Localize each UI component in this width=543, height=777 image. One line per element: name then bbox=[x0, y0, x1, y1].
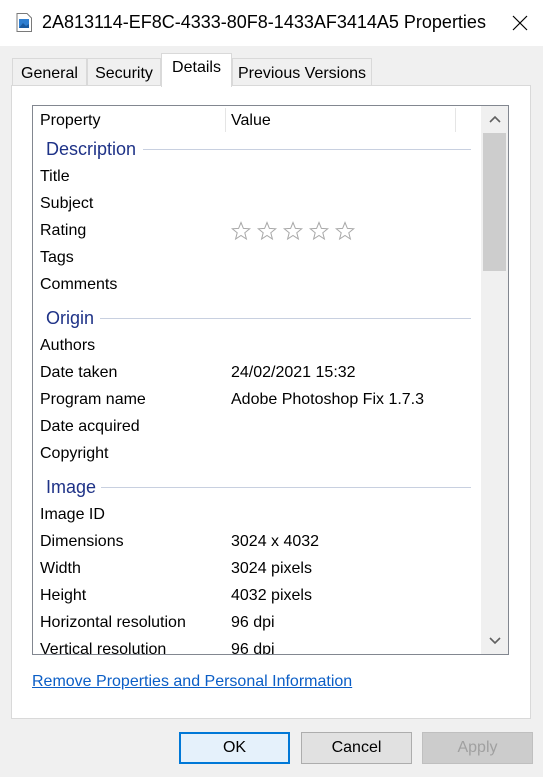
ok-button[interactable]: OK bbox=[179, 732, 290, 764]
tab-previous-versions[interactable]: Previous Versions bbox=[232, 58, 372, 86]
list-item-label[interactable]: Subject bbox=[40, 195, 93, 213]
group-divider bbox=[143, 149, 471, 150]
list-item-value[interactable]: 96 dpi bbox=[231, 614, 275, 632]
list-item-label[interactable]: Rating bbox=[40, 222, 86, 240]
chevron-down-icon bbox=[488, 637, 501, 645]
rating-stars[interactable] bbox=[231, 221, 355, 241]
group-divider bbox=[101, 487, 471, 488]
title-bar: 2A813114-EF8C-4333-80F8-1433AF3414A5 Pro… bbox=[0, 0, 543, 46]
list-item-value[interactable]: 3024 pixels bbox=[231, 560, 312, 578]
list-item-label[interactable]: Title bbox=[40, 168, 70, 186]
list-item-label[interactable]: Image ID bbox=[40, 506, 105, 524]
window-title: 2A813114-EF8C-4333-80F8-1433AF3414A5 Pro… bbox=[42, 12, 486, 32]
close-button[interactable] bbox=[496, 0, 543, 46]
list-item-label[interactable]: Vertical resolution bbox=[40, 641, 166, 654]
column-header-value[interactable]: Value bbox=[231, 112, 271, 130]
list-item-label[interactable]: Height bbox=[40, 587, 86, 605]
apply-button[interactable]: Apply bbox=[422, 732, 533, 764]
scroll-thumb[interactable] bbox=[483, 133, 506, 271]
tab-general[interactable]: General bbox=[12, 58, 87, 86]
list-item-label[interactable]: Comments bbox=[40, 276, 117, 294]
list-header: Property Value bbox=[33, 106, 483, 134]
column-divider[interactable] bbox=[225, 108, 226, 132]
star-icon[interactable] bbox=[309, 221, 329, 241]
cancel-button[interactable]: Cancel bbox=[301, 732, 412, 764]
list-item-label[interactable]: Date acquired bbox=[40, 418, 140, 436]
list-item-value[interactable]: Adobe Photoshop Fix 1.7.3 bbox=[231, 391, 424, 409]
list-item-label[interactable]: Date taken bbox=[40, 364, 117, 382]
star-icon[interactable] bbox=[257, 221, 277, 241]
list-item-label[interactable]: Program name bbox=[40, 391, 146, 409]
scroll-up-button[interactable] bbox=[481, 106, 508, 132]
group-header-description: Description bbox=[46, 139, 137, 159]
list-item-label[interactable]: Width bbox=[40, 560, 81, 578]
list-item-label[interactable]: Horizontal resolution bbox=[40, 614, 186, 632]
group-header-origin: Origin bbox=[46, 308, 95, 328]
list-item-value[interactable]: 4032 pixels bbox=[231, 587, 312, 605]
column-divider[interactable] bbox=[455, 108, 456, 132]
properties-list[interactable]: Property Value Description Title Subject… bbox=[32, 105, 509, 655]
list-item-value[interactable]: 24/02/2021 15:32 bbox=[231, 364, 356, 382]
vertical-scrollbar[interactable] bbox=[481, 106, 508, 654]
tab-security[interactable]: Security bbox=[87, 58, 161, 86]
column-header-property[interactable]: Property bbox=[40, 112, 100, 130]
group-divider bbox=[100, 318, 471, 319]
list-item-label[interactable]: Copyright bbox=[40, 445, 108, 463]
list-item-label[interactable]: Authors bbox=[40, 337, 95, 355]
star-icon[interactable] bbox=[283, 221, 303, 241]
image-file-icon bbox=[16, 13, 32, 32]
chevron-up-icon bbox=[488, 115, 501, 123]
star-icon[interactable] bbox=[335, 221, 355, 241]
remove-properties-link[interactable]: Remove Properties and Personal Informati… bbox=[32, 673, 352, 691]
scroll-down-button[interactable] bbox=[481, 628, 508, 654]
group-header-image: Image bbox=[46, 477, 97, 497]
list-item-label[interactable]: Dimensions bbox=[40, 533, 124, 551]
star-icon[interactable] bbox=[231, 221, 251, 241]
list-item-value[interactable]: 3024 x 4032 bbox=[231, 533, 319, 551]
list-item-label[interactable]: Tags bbox=[40, 249, 74, 267]
list-item-value[interactable]: 96 dpi bbox=[231, 641, 275, 654]
tab-details[interactable]: Details bbox=[161, 53, 232, 87]
close-icon bbox=[512, 15, 527, 31]
